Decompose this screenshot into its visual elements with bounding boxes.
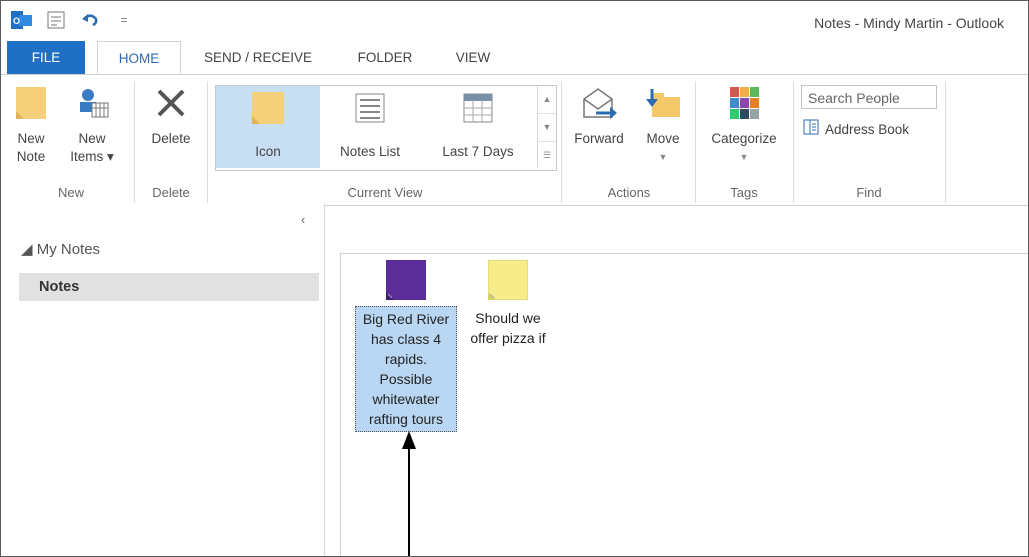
note-text: Should we offer pizza if [459,306,557,350]
note-icon [487,259,529,301]
window-title: Notes - Mindy Martin - Outlook [814,15,1004,31]
view-notes-list-label: Notes List [339,144,401,159]
forward-label: Forward [574,131,624,146]
group-label-new: New [57,185,84,200]
new-note-label-1: New [17,131,45,146]
new-items-label-2: Items ▾ [70,149,114,164]
divider [793,81,794,203]
notes-content-pane: Big Red River has class 4 rapids. Possib… [340,253,1028,556]
view-icon-option[interactable]: Icon [232,90,304,161]
move-button[interactable]: Move ▼ [637,85,689,166]
categorize-button[interactable]: Categorize ▼ [701,85,787,166]
gallery-up-icon[interactable]: ▲ [538,86,556,114]
note-text-line: rapids. [384,351,428,367]
gallery-more-icon[interactable]: ☰ [538,142,556,169]
move-dropdown-icon[interactable]: ▼ [637,148,689,166]
tab-file[interactable]: FILE [7,41,85,75]
calendar-icon [428,90,528,131]
categorize-dropdown-icon[interactable]: ▼ [701,148,787,166]
new-note-button[interactable]: New Note [11,85,51,166]
view-notes-list-option[interactable]: Notes List [328,90,412,161]
folder-notes[interactable]: Notes [19,273,319,301]
divider [134,81,135,203]
svg-text:O: O [13,16,20,26]
divider [695,81,696,203]
forward-mail-icon [567,85,631,126]
note-item[interactable]: Should we offer pizza if [459,259,557,350]
view-last-7-days-label: Last 7 Days [442,144,514,159]
categorize-icon [701,85,787,126]
title-bar: O = Notes - Mindy Martin - Outlook [1,1,1028,41]
tab-view[interactable]: VIEW [441,41,505,75]
my-notes-group[interactable]: ◢ My Notes [21,240,100,258]
address-book-icon [803,119,819,140]
note-text-line: Big Red River [362,311,450,327]
move-label: Move [646,131,680,146]
group-label-delete: Delete [152,185,190,200]
address-book-label: Address Book [825,121,910,137]
gallery-scrollbar[interactable]: ▲ ▼ ☰ [537,86,556,168]
note-text-line: offer pizza if [470,330,546,346]
group-label-actions: Actions [607,185,651,200]
address-book-button[interactable]: Address Book [803,119,943,140]
ribbon-tabs: FILE HOME SEND / RECEIVE FOLDER VIEW [1,41,1028,75]
view-icon-label: Icon [255,144,281,159]
navigation-pane: ‹ ◢ My Notes Notes [1,204,325,556]
ribbon: New Note New Items ▾ New Delete Delete I… [1,74,1028,206]
sticky-note-icon [11,85,51,126]
new-items-button[interactable]: New Items ▾ [63,85,121,166]
outlook-window: O = Notes - Mindy Martin - Outlook FILE … [0,0,1029,557]
send-receive-all-icon[interactable] [45,9,67,31]
note-text-line: whitewater [372,391,440,407]
delete-button[interactable]: Delete [141,85,201,148]
group-label-find: Find [856,185,882,200]
new-items-label-1: New [78,131,106,146]
gallery-down-icon[interactable]: ▼ [538,114,556,142]
delete-label: Delete [151,131,191,146]
note-text-line: Possible [379,371,433,387]
note-text: Big Red River has class 4 rapids. Possib… [355,306,457,432]
outlook-logo-icon: O [11,9,33,31]
categorize-label: Categorize [711,131,777,146]
tab-folder[interactable]: FOLDER [343,41,427,75]
quick-access-toolbar: O = [11,9,135,31]
callout-arrow-icon [402,431,416,556]
tab-home[interactable]: HOME [97,41,181,74]
new-items-icon [63,85,121,126]
customize-qat-icon[interactable]: = [113,9,135,31]
divider [561,81,562,203]
delete-x-icon [141,85,201,126]
note-text-line: has class 4 [370,331,442,347]
view-last-7-days-option[interactable]: Last 7 Days [428,90,528,161]
new-note-label-2: Note [16,149,46,164]
move-folder-icon [637,85,689,126]
divider [207,81,208,203]
note-item[interactable]: Big Red River has class 4 rapids. Possib… [355,260,457,432]
note-view-icon [232,90,304,131]
forward-button[interactable]: Forward [567,85,631,148]
list-view-icon [328,90,412,131]
note-text-line: Should we [475,310,541,326]
divider [945,81,946,203]
note-icon [386,260,426,300]
tab-send-receive[interactable]: SEND / RECEIVE [193,41,323,75]
group-label-current-view: Current View [347,185,423,200]
note-text-line: rafting tours [369,411,443,427]
group-label-tags: Tags [730,185,758,200]
collapse-pane-icon[interactable]: ‹ [301,212,305,227]
search-people-input[interactable]: Search People [801,85,937,109]
current-view-gallery: Icon Notes List Last 7 Days ▲ ▼ ☰ [215,85,557,171]
undo-icon[interactable] [79,9,101,31]
